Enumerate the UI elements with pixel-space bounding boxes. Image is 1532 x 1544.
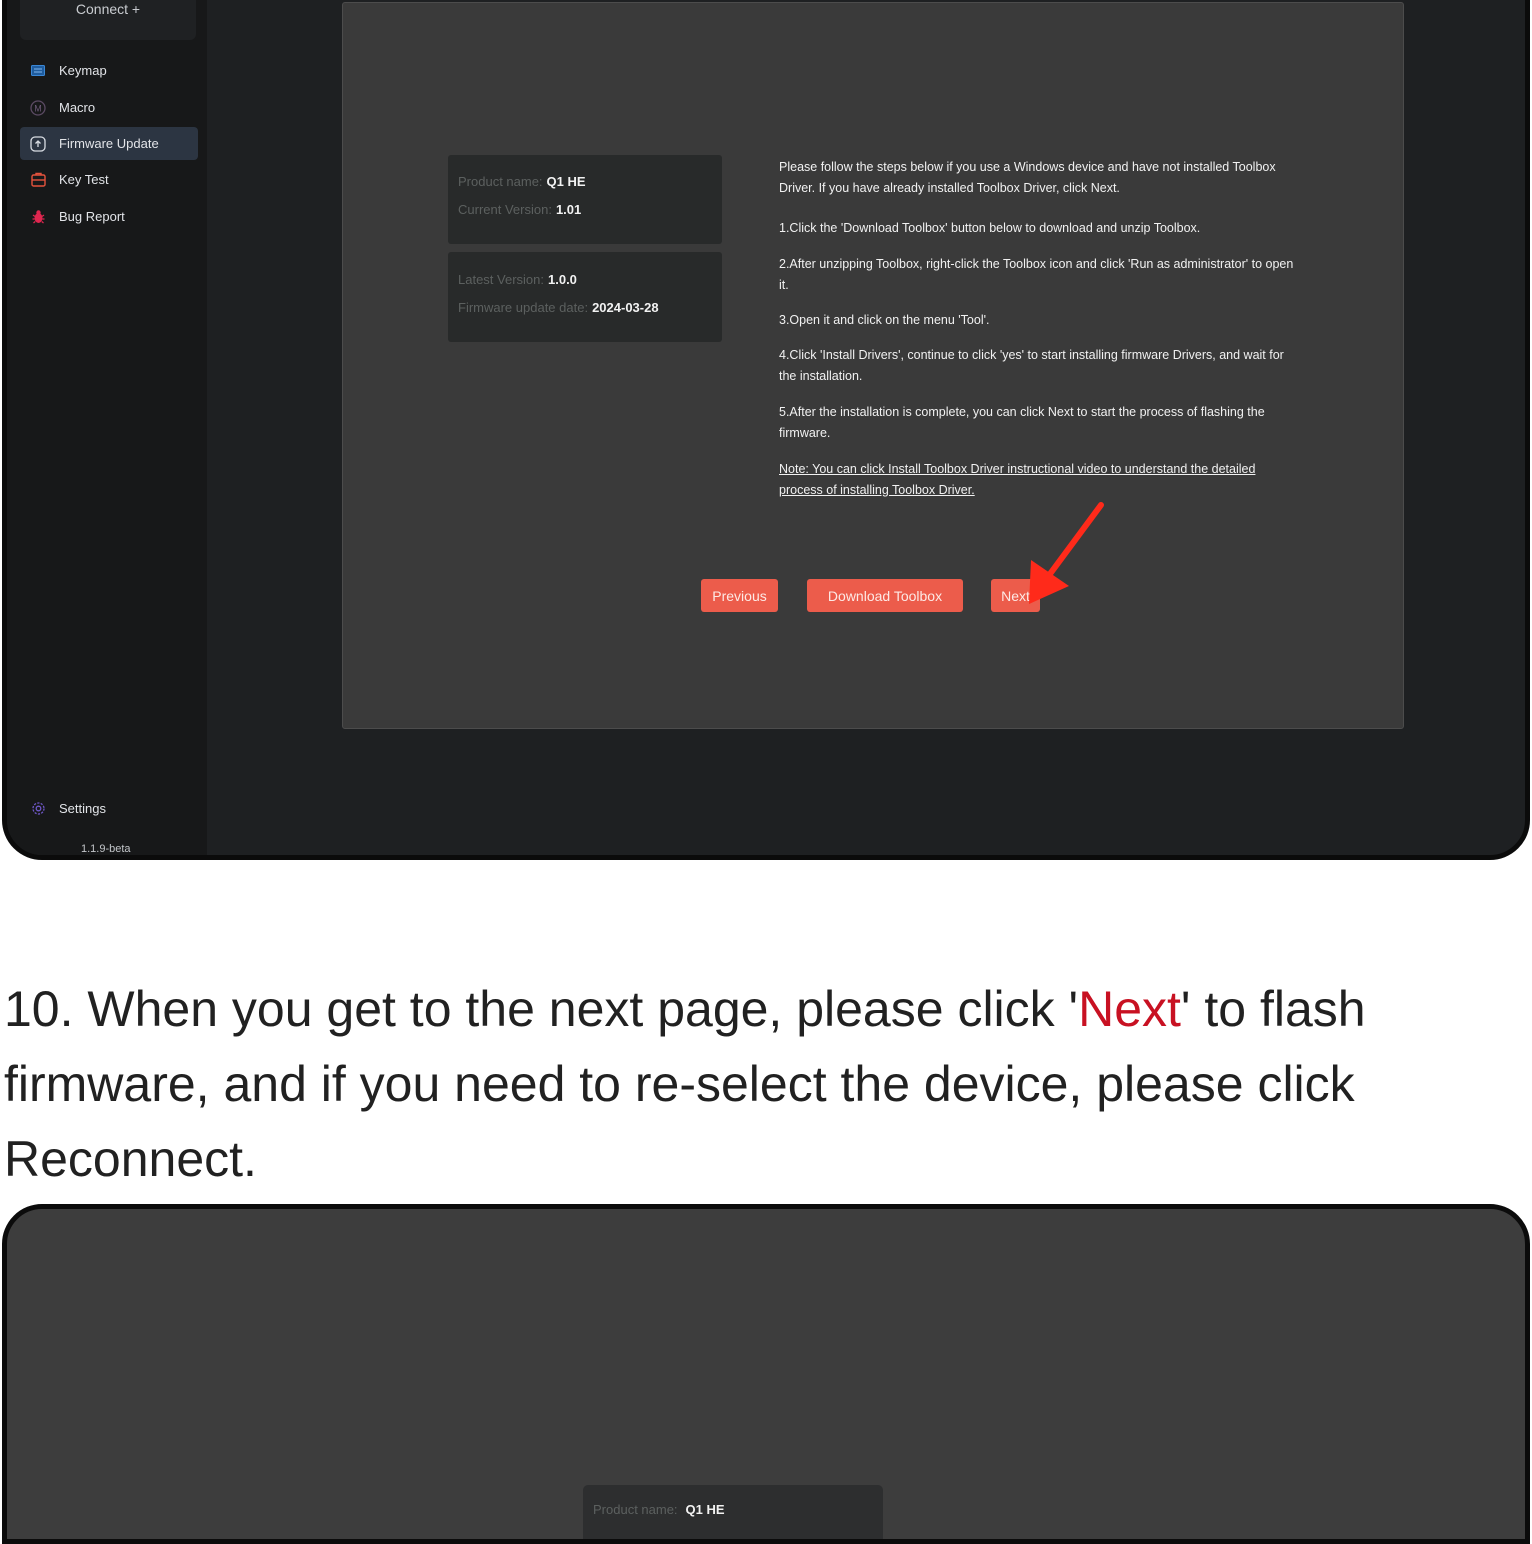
keymap-icon (30, 63, 46, 79)
sidebar-item-label: Settings (59, 801, 106, 816)
sidebar-item-label: Firmware Update (59, 136, 159, 151)
update-date-value: 2024-03-28 (592, 300, 659, 315)
product-info-card: Product name: Q1 HE (583, 1485, 883, 1539)
current-version-row: Current Version: 1.01 (458, 202, 581, 217)
sidebar-item-label: Key Test (59, 172, 109, 187)
svg-text:M: M (34, 103, 42, 113)
bug-icon (30, 209, 46, 225)
app-version: 1.1.9-beta (81, 843, 131, 855)
instruction-step-1: 1.Click the 'Download Toolbox' button be… (779, 221, 1201, 235)
tutorial-text-part1: 10. When you get to the next page, pleas… (4, 981, 1079, 1037)
product-name-row: Product name: Q1 HE (593, 1502, 725, 1517)
sidebar-item-label: Keymap (59, 63, 107, 78)
product-name-value: Q1 HE (685, 1502, 725, 1517)
sidebar-item-label: Macro (59, 100, 96, 115)
instruction-step-5: 5.After the installation is complete, yo… (779, 405, 1265, 440)
latest-version-value: 1.0.0 (548, 272, 577, 287)
update-date-label: Firmware update date: (458, 300, 589, 315)
firmware-update-icon (30, 135, 46, 152)
product-info-card: Product name: Q1 HE Current Version: 1.01 (448, 155, 722, 244)
instructions-intro: Please follow the steps below if you use… (779, 160, 1276, 195)
current-version-value: 1.01 (555, 202, 582, 217)
product-name-row: Product name: Q1 HE (458, 174, 586, 189)
product-name-label: Product name: (458, 174, 543, 189)
current-version-label: Current Version: (458, 202, 552, 217)
tutorial-next-highlight: Next (1078, 981, 1181, 1037)
instruction-step-3: 3.Open it and click on the menu 'Tool'. (779, 313, 990, 327)
previous-button[interactable]: Previous (701, 579, 778, 612)
key-test-icon (30, 172, 46, 188)
sidebar-item-label: Bug Report (59, 209, 125, 224)
sidebar-item-keymap[interactable]: Keymap (20, 54, 198, 87)
driver-video-link[interactable]: Note: You can click Install Toolbox Driv… (779, 459, 1299, 501)
pointer-arrow-icon (1029, 502, 1104, 604)
sidebar-item-firmware-update[interactable]: Firmware Update (20, 127, 198, 160)
macro-icon: M (30, 99, 46, 116)
sidebar: Connect + Keymap M Macro Firmware Update… (7, 0, 207, 855)
latest-version-label: Latest Version: (458, 272, 544, 287)
instruction-step-2: 2.After unzipping Toolbox, right-click t… (779, 257, 1294, 292)
product-name-value: Q1 HE (546, 174, 586, 189)
update-date-row: Firmware update date: 2024-03-28 (458, 300, 659, 315)
next-page-screenshot: Product name: Q1 HE (2, 1204, 1530, 1544)
instruction-step-4: 4.Click 'Install Drivers', continue to c… (779, 348, 1284, 383)
product-name-label: Product name: (593, 1502, 678, 1517)
sidebar-item-settings[interactable]: Settings (20, 792, 198, 825)
latest-version-row: Latest Version: 1.0.0 (458, 272, 577, 287)
sidebar-item-bug-report[interactable]: Bug Report (20, 200, 198, 233)
gear-icon (30, 801, 46, 817)
sidebar-item-macro[interactable]: M Macro (20, 91, 198, 124)
firmware-info-card: Latest Version: 1.0.0 Firmware update dat… (448, 252, 722, 342)
firmware-update-screenshot: Connect + Keymap M Macro Firmware Update… (2, 0, 1530, 860)
connect-button[interactable]: Connect + (20, 0, 196, 40)
sidebar-item-key-test[interactable]: Key Test (20, 163, 198, 196)
download-toolbox-button[interactable]: Download Toolbox (807, 579, 963, 612)
tutorial-step-10: 10. When you get to the next page, pleas… (4, 972, 1404, 1197)
